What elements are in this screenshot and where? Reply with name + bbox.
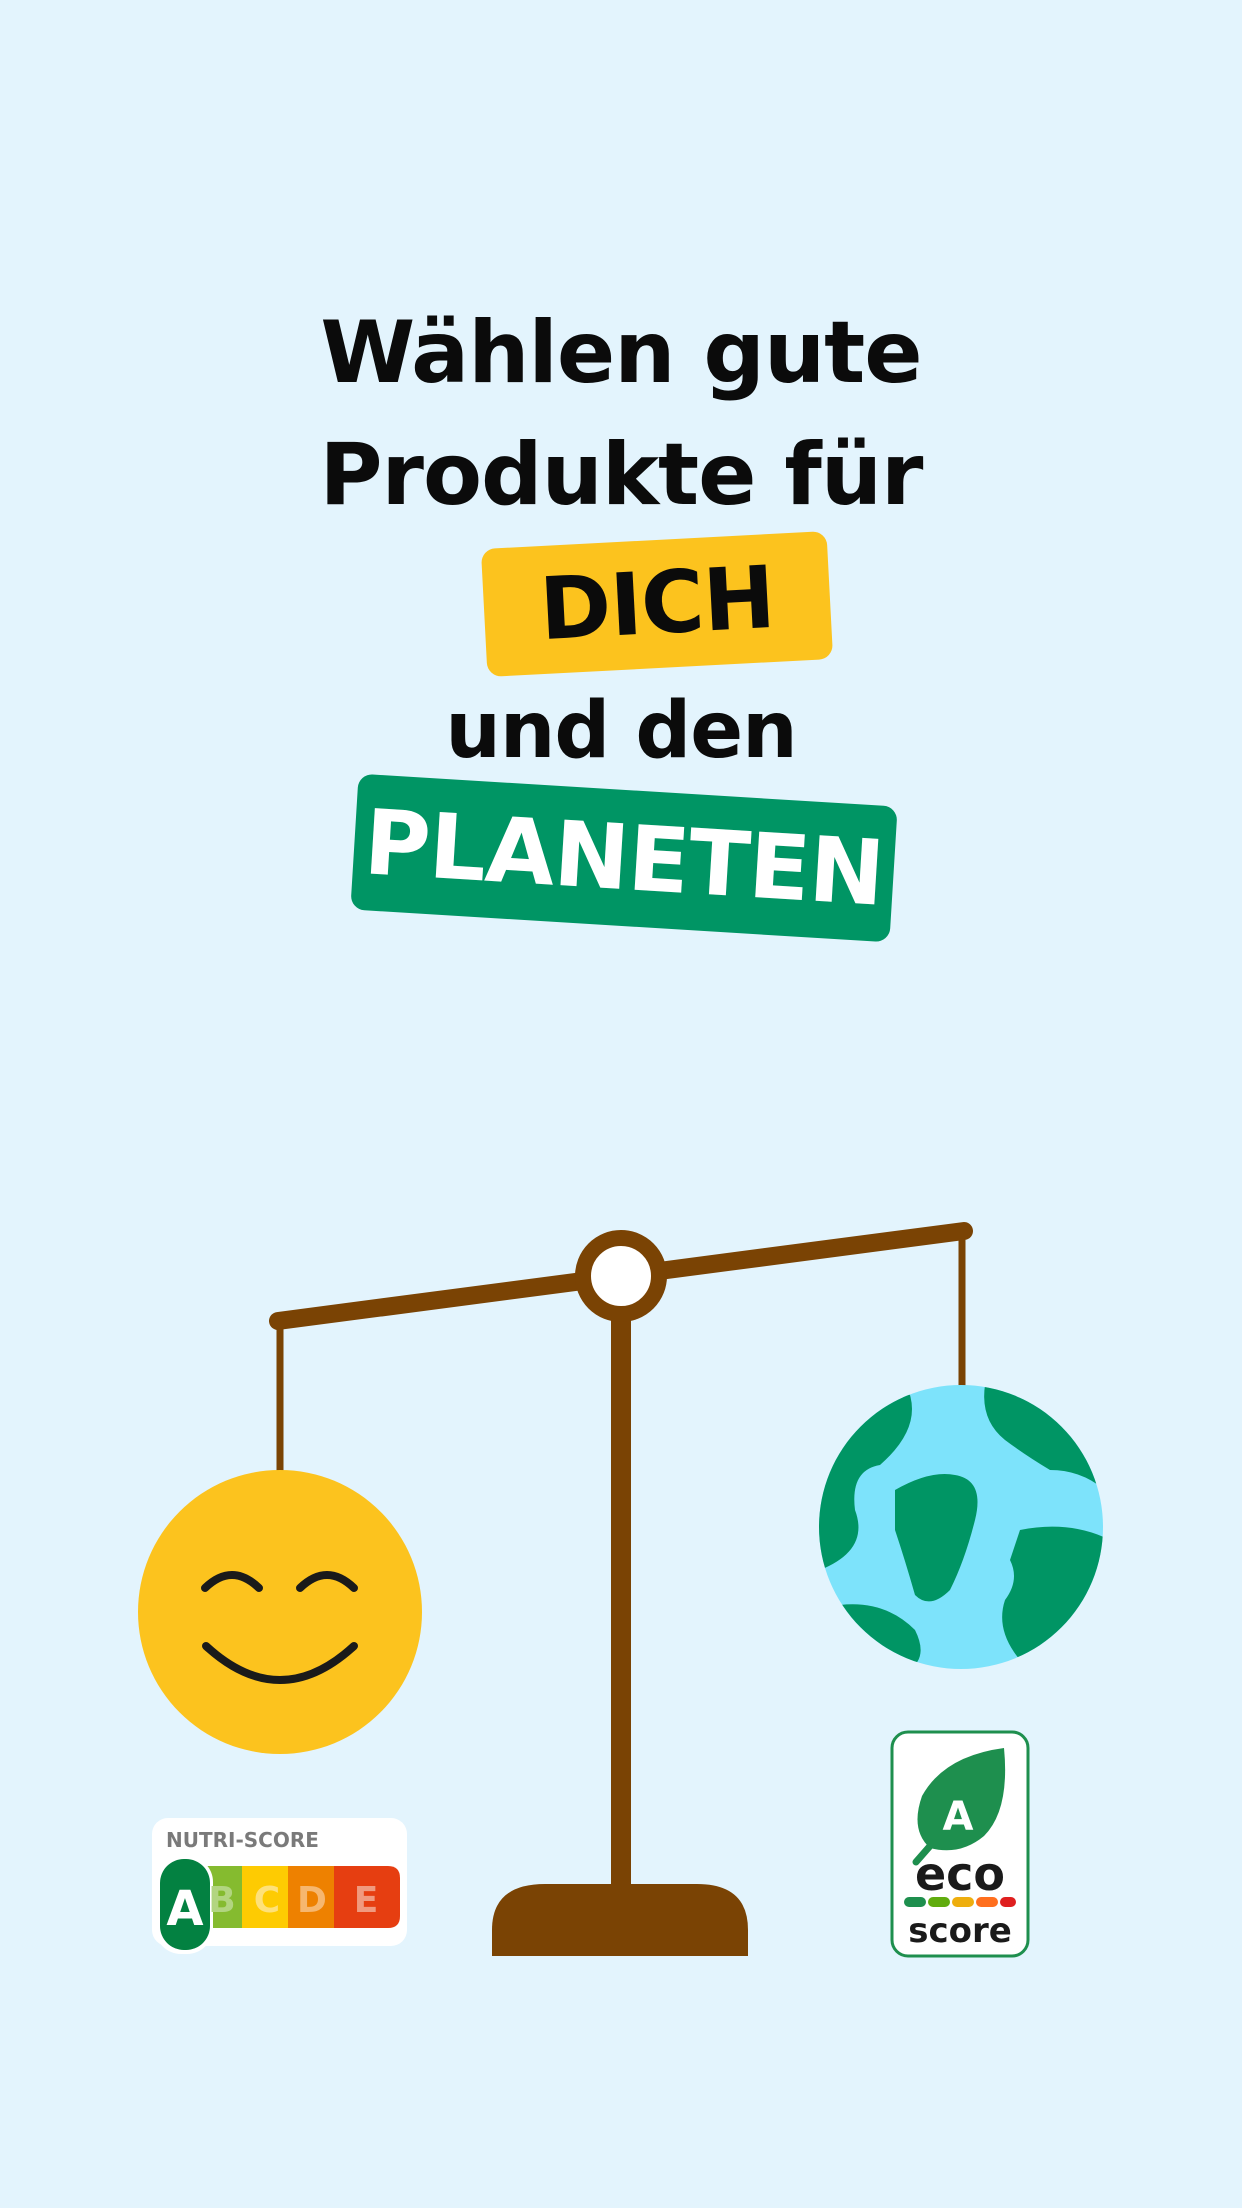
eco-score-badge: A eco score <box>890 1730 1030 1958</box>
nutri-grade-e: E <box>354 1880 379 1921</box>
nutri-grade-d: D <box>297 1880 327 1921</box>
nutri-grade-a: A <box>166 1881 203 1937</box>
onboarding-screen: Wählen gute Produkte für DICH und den PL… <box>0 0 1242 2208</box>
eco-score-word-score: score <box>908 1911 1012 1951</box>
nutri-score-title: NUTRI-SCORE <box>166 1828 319 1852</box>
globe-icon <box>819 1385 1103 1669</box>
nutri-grade-c: C <box>254 1880 280 1921</box>
nutri-score-badge: NUTRI-SCORE A B C D E <box>152 1818 407 1954</box>
illustration: NUTRI-SCORE A B C D E A eco score <box>138 1222 1103 1958</box>
nutri-grade-b: B <box>208 1880 235 1921</box>
eco-score-grade: A <box>943 1794 974 1840</box>
smiley-face-icon <box>138 1470 422 1754</box>
eco-score-word-eco: eco <box>915 1847 1005 1901</box>
